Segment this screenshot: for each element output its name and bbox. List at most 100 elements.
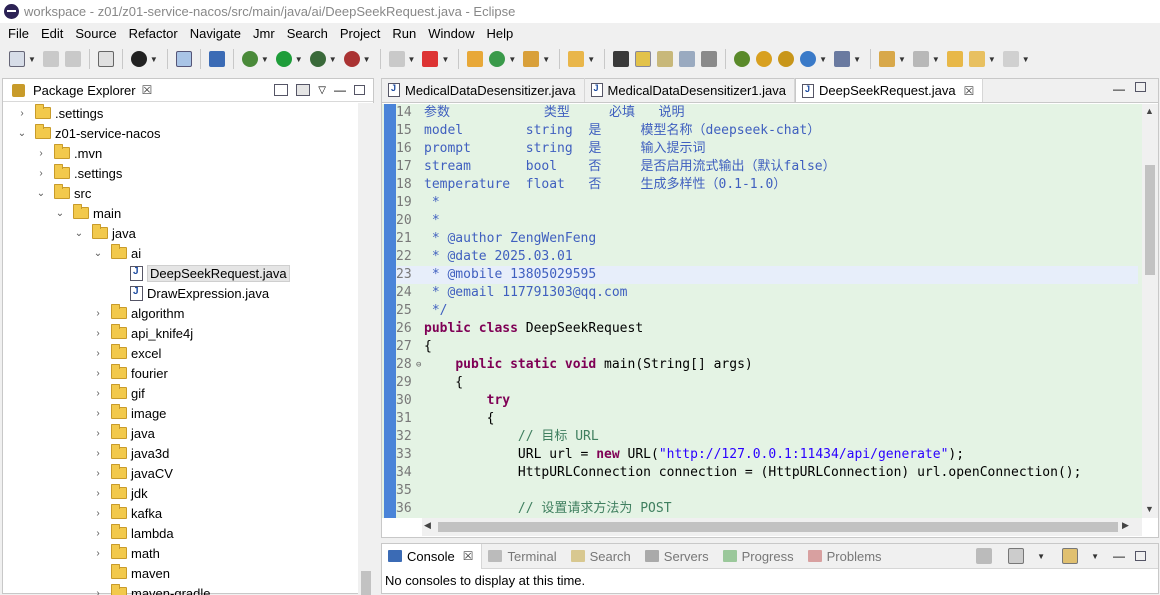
tree-item-folder[interactable]: ›algorithm [91, 303, 184, 323]
tree-item-folder[interactable]: ›.settings [15, 103, 103, 123]
chevron-down-icon[interactable]: ⌄ [72, 228, 86, 239]
scrollbar-thumb[interactable] [438, 522, 1118, 532]
coverage-dropdown-icon[interactable]: ▼ [329, 55, 337, 64]
chevron-right-icon[interactable]: › [34, 168, 48, 179]
tree-item-file[interactable]: DrawExpression.java [110, 283, 269, 303]
menu-help[interactable]: Help [480, 26, 519, 41]
chevron-right-icon[interactable]: › [15, 108, 29, 119]
tree-item-folder[interactable]: ›math [91, 543, 160, 563]
tree-item-folder[interactable]: ⌄main [53, 203, 121, 223]
tree-item-folder[interactable]: ›fourier [91, 363, 168, 383]
code-line[interactable]: 28⊖ public static void main(String[] arg… [396, 356, 1138, 374]
tab-servers[interactable]: Servers [639, 544, 717, 569]
code-line[interactable]: 34 HttpURLConnection connection = (HttpU… [396, 464, 1138, 482]
chevron-right-icon[interactable]: › [91, 368, 105, 379]
scrollbar-thumb[interactable] [361, 571, 371, 595]
terminal-icon[interactable] [176, 51, 192, 67]
code-line[interactable]: 19 * [396, 194, 1138, 212]
next-annotation-dropdown-icon[interactable]: ▼ [898, 55, 906, 64]
code-line[interactable]: 16prompt string 是 输入提示词 [396, 140, 1138, 158]
show-whitespace-icon[interactable] [701, 51, 717, 67]
maximize-icon[interactable] [354, 85, 365, 95]
tree-item-folder[interactable]: ›api_knife4j [91, 323, 193, 343]
tree-item-folder[interactable]: ›image [91, 403, 166, 423]
coverage-icon[interactable] [310, 51, 326, 67]
minimize-icon[interactable]: — [1113, 82, 1125, 96]
view-menu-icon[interactable]: ▽ [318, 85, 326, 96]
new-class-dropdown-icon[interactable]: ▼ [508, 55, 516, 64]
bug-icon[interactable] [734, 51, 750, 67]
code-line[interactable]: 15model string 是 模型名称（deepseek-chat） [396, 122, 1138, 140]
code-line[interactable]: 21 * @author ZengWenFeng [396, 230, 1138, 248]
tree-item-folder[interactable]: ›gif [91, 383, 145, 403]
code-editor[interactable]: 14参数 类型 必填 说明15model string 是 模型名称（deeps… [382, 104, 1142, 518]
code-line[interactable]: 29 { [396, 374, 1138, 392]
pin-console-icon[interactable] [976, 548, 992, 564]
scrollbar-thumb[interactable] [1145, 165, 1155, 275]
menu-jmr[interactable]: Jmr [247, 26, 281, 41]
last-edit-location-icon[interactable] [947, 51, 963, 67]
new-icon[interactable] [9, 51, 25, 67]
menu-project[interactable]: Project [334, 26, 386, 41]
stop-icon[interactable] [389, 51, 405, 67]
save-icon[interactable] [43, 51, 59, 67]
display-console-icon[interactable] [1008, 548, 1024, 564]
deploy-icon[interactable] [422, 51, 438, 67]
tree-item-folder[interactable]: ›.mvn [34, 143, 102, 163]
code-line[interactable]: 32 // 目标 URL [396, 428, 1138, 446]
tab-progress[interactable]: Progress [717, 544, 802, 569]
record-dropdown-icon[interactable]: ▼ [150, 55, 158, 64]
menu-file[interactable]: File [2, 26, 35, 41]
block-selection-icon[interactable] [679, 51, 695, 67]
chevron-right-icon[interactable]: › [91, 528, 105, 539]
annotation-icon[interactable] [657, 51, 673, 67]
record-icon[interactable] [131, 51, 147, 67]
forward-dropdown-icon[interactable]: ▼ [1022, 55, 1030, 64]
code-line[interactable]: 17stream bool 否 是否启用流式输出（默认false） [396, 158, 1138, 176]
tree-item-folder[interactable]: ›java3d [91, 443, 169, 463]
prev-annotation-icon[interactable] [913, 51, 929, 67]
run-icon[interactable] [276, 51, 292, 67]
code-line[interactable]: 33 URL url = new URL("http://127.0.0.1:1… [396, 446, 1138, 464]
chevron-down-icon[interactable]: ⌄ [34, 188, 48, 199]
chevron-right-icon[interactable]: › [91, 428, 105, 439]
code-line[interactable]: 26public class DeepSeekRequest [396, 320, 1138, 338]
chevron-right-icon[interactable]: › [91, 468, 105, 479]
maximize-icon[interactable] [1135, 82, 1146, 92]
forward-icon[interactable] [1003, 51, 1019, 67]
chevron-right-icon[interactable]: › [91, 408, 105, 419]
tree-item-folder[interactable]: ›excel [91, 343, 161, 363]
minimize-icon[interactable]: — [334, 83, 346, 97]
highlight-icon[interactable] [635, 51, 651, 67]
collapse-all-icon[interactable] [274, 84, 288, 96]
chevron-down-icon[interactable]: ⌄ [15, 128, 29, 139]
debug-dropdown-icon[interactable]: ▼ [261, 55, 269, 64]
tree-item-folder[interactable]: ›lambda [91, 523, 174, 543]
tree-item-folder[interactable]: ›java [91, 423, 155, 443]
tab-console[interactable]: Console ☒ [382, 544, 482, 569]
tree-item-folder[interactable]: maven [91, 563, 170, 583]
menu-search[interactable]: Search [281, 26, 334, 41]
tree-item-file[interactable]: DeepSeekRequest.java [110, 263, 290, 283]
fold-icon[interactable]: ⊖ [416, 356, 421, 374]
tree-item-folder[interactable]: ›javaCV [91, 463, 173, 483]
tab-medicaldatadesensitizer[interactable]: MedicalDataDesensitizer.java [382, 78, 585, 102]
tab-medicaldatadesensitizer1[interactable]: MedicalDataDesensitizer1.java [585, 78, 795, 102]
external-tools-dropdown-icon[interactable]: ▼ [363, 55, 371, 64]
tab-terminal[interactable]: Terminal [482, 544, 564, 569]
build-icon[interactable] [834, 51, 850, 67]
link-with-editor-icon[interactable] [296, 84, 310, 96]
code-line[interactable]: 18temperature float 否 生成多样性（0.1-1.0） [396, 176, 1138, 194]
tree-item-folder[interactable]: ⌄z01-service-nacos [15, 123, 161, 143]
chevron-right-icon[interactable]: › [91, 508, 105, 519]
tree-item-folder[interactable]: ⌄ai [91, 243, 141, 263]
tree-item-folder[interactable]: ⌄java [72, 223, 136, 243]
code-line[interactable]: 35 [396, 482, 1138, 500]
deploy-dropdown-icon[interactable]: ▼ [441, 55, 449, 64]
tree-item-folder[interactable]: ⌄src [34, 183, 91, 203]
back-dropdown-icon[interactable]: ▼ [988, 55, 996, 64]
menu-refactor[interactable]: Refactor [123, 26, 184, 41]
package-tree-scrollbar[interactable] [358, 103, 374, 595]
tree-item-folder[interactable]: ›maven-gradle [91, 583, 211, 595]
editor-horizontal-scrollbar[interactable]: ◀ ▶ [422, 518, 1142, 536]
